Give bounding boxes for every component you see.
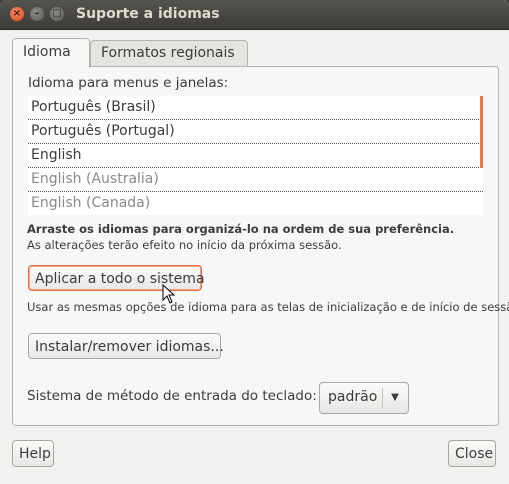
window-minimize-icon[interactable]: – <box>30 7 44 21</box>
help-button[interactable]: Help <box>12 440 54 467</box>
window-close-icon[interactable]: × <box>10 7 24 21</box>
drag-hint: Arraste os idiomas para organizá-lo na o… <box>27 222 455 236</box>
list-item[interactable]: English <box>28 144 483 168</box>
language-support-window: × – □ Suporte a idiomas Idioma Formatos … <box>0 0 509 484</box>
tab-formatos-regionais[interactable]: Formatos regionais <box>90 40 248 66</box>
session-hint: As alterações terão efeito no início da … <box>27 238 342 252</box>
input-method-select[interactable]: padrão ▼ <box>319 382 409 414</box>
input-method-value: padrão <box>328 389 378 405</box>
list-item[interactable]: English (Australia) <box>28 168 483 192</box>
title-bar: × – □ Suporte a idiomas <box>0 0 509 30</box>
chevron-down-icon[interactable]: ▼ <box>388 389 402 407</box>
close-button[interactable]: Close <box>448 440 496 467</box>
tab-idioma[interactable]: Idioma <box>12 38 90 68</box>
window-maximize-icon[interactable]: □ <box>50 7 64 21</box>
list-item[interactable]: Português (Portugal) <box>28 120 483 144</box>
window-title: Suporte a idiomas <box>76 6 220 22</box>
list-scroll-indicator[interactable] <box>480 96 483 168</box>
list-item[interactable]: Português (Brasil) <box>28 96 483 120</box>
list-item[interactable]: English (Canada) <box>28 192 483 215</box>
language-list-label: Idioma para menus e janelas: <box>28 75 229 91</box>
language-list[interactable]: Português (Brasil) Português (Portugal) … <box>28 96 483 215</box>
apply-hint: Usar as mesmas opções de idioma para as … <box>27 300 509 314</box>
input-method-label: Sistema de método de entrada do teclado: <box>27 388 317 404</box>
tab-panel: Idioma para menus e janelas: Português (… <box>12 66 509 426</box>
combo-separator <box>382 388 383 408</box>
mouse-pointer-icon <box>162 284 176 304</box>
install-remove-languages-button[interactable]: Instalar/remover idiomas... <box>28 333 224 359</box>
